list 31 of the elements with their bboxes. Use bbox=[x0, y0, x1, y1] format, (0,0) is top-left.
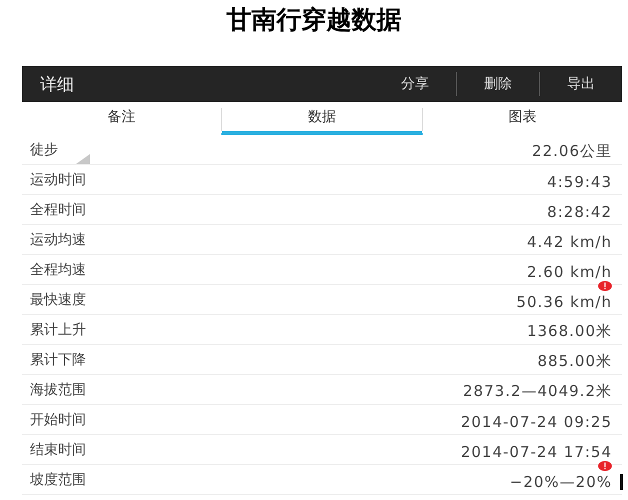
row-value: 2873.2—4049.2米 bbox=[463, 381, 612, 401]
row-value: 8:28:42 bbox=[547, 202, 612, 220]
row-value: 2014-07-24 09:25 bbox=[460, 412, 612, 430]
row-label: 海拔范围 bbox=[30, 380, 86, 398]
row-label[interactable]: 徒步 bbox=[30, 140, 58, 158]
row-label: 累计下降 bbox=[30, 350, 86, 368]
row-label: 运动时间 bbox=[30, 170, 86, 188]
row-value: 50.36 km/h bbox=[516, 292, 612, 310]
row-value: −20%—20% bbox=[510, 472, 612, 490]
row-label: 坡度范围 bbox=[30, 470, 86, 488]
row-value: 4:59:43 bbox=[547, 172, 612, 190]
app-title: 详细 bbox=[40, 74, 74, 96]
row-label: 全程时间 bbox=[30, 200, 86, 218]
row-label: 结束时间 bbox=[30, 440, 86, 458]
action-button[interactable]: 删除 bbox=[457, 66, 539, 102]
row-value: 2014-07-24 17:54 bbox=[460, 442, 612, 460]
row-value: 1368.00米 bbox=[526, 321, 612, 341]
row-label: 全程均速 bbox=[30, 260, 86, 278]
row-label: 最快速度 bbox=[30, 290, 86, 308]
row-label: 开始时间 bbox=[30, 410, 86, 428]
row-value: 4.42 km/h bbox=[526, 232, 612, 250]
action-button[interactable]: 导出 bbox=[540, 66, 622, 102]
row-label: 累计上升 bbox=[30, 320, 86, 338]
page-title: 甘南行穿越数据 bbox=[226, 4, 402, 36]
row-value: 2.60 km/h bbox=[526, 262, 612, 280]
row-label: 运动均速 bbox=[30, 230, 86, 248]
action-button[interactable]: 分享 bbox=[374, 66, 456, 102]
cursor-mark bbox=[620, 474, 623, 490]
row-value: 22.06公里 bbox=[532, 141, 612, 161]
corner-triangle-icon bbox=[76, 154, 90, 164]
row-value: 885.00米 bbox=[538, 351, 612, 371]
